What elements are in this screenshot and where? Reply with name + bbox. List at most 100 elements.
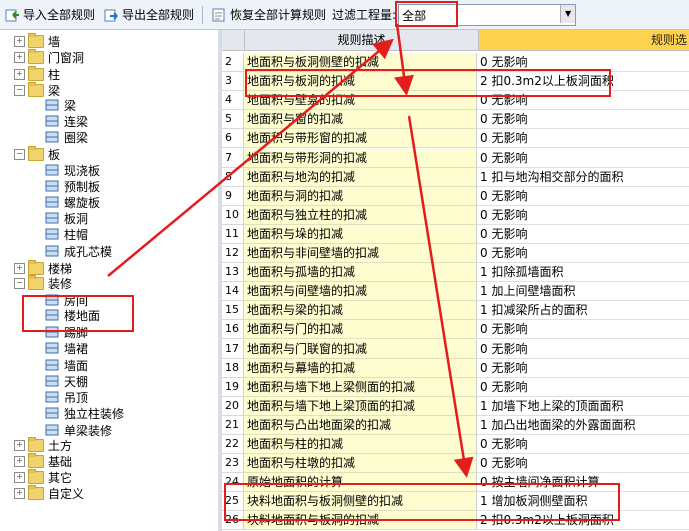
tree-leaf[interactable]: 预制板 bbox=[44, 178, 100, 194]
export-all-rules-button[interactable]: 导出全部规则 bbox=[99, 4, 198, 26]
rule-option-cell[interactable]: 0 无影响 bbox=[477, 244, 689, 263]
tree-folder[interactable]: − 梁 bbox=[14, 81, 60, 98]
rule-option-cell[interactable]: 0 无影响 bbox=[477, 91, 689, 111]
table-row[interactable]: 15 地面积与梁的扣减 1 扣减梁所占的面积 bbox=[222, 301, 689, 321]
table-row[interactable]: 11 地面积与垛的扣减 0 无影响 bbox=[222, 224, 689, 244]
rule-option-cell[interactable]: 0 无影响 bbox=[477, 206, 689, 225]
tree-leaf[interactable]: 螺旋板 bbox=[44, 194, 100, 210]
rule-description-cell[interactable]: 地面积与孤墙的扣减 bbox=[244, 263, 477, 283]
table-row[interactable]: 5 地面积与窗的扣减 0 无影响 bbox=[222, 110, 689, 130]
rule-option-cell[interactable]: 0 无影响 bbox=[477, 129, 689, 149]
tree-folder[interactable]: + 基础 bbox=[14, 452, 72, 469]
table-row[interactable]: 3 地面积与板洞的扣减 2 扣0.3m2以上板洞面积 bbox=[222, 72, 689, 92]
rule-option-cell[interactable]: 0 无影响 bbox=[477, 340, 689, 359]
table-row[interactable]: 20 地面积与墙下地上梁顶面的扣减 1 加墙下地上梁的顶面面积 bbox=[222, 396, 689, 416]
rule-option-cell[interactable]: 1 加墙下地上梁的顶面面积 bbox=[477, 397, 689, 416]
tree-folder[interactable]: + 墙 bbox=[14, 32, 60, 49]
rule-description-cell[interactable]: 地面积与窗的扣减 bbox=[244, 110, 477, 130]
rule-option-cell[interactable]: 0 无影响 bbox=[477, 359, 689, 378]
collapse-icon[interactable]: − bbox=[14, 84, 25, 96]
rule-option-cell[interactable]: 1 增加板洞侧壁面积 bbox=[477, 492, 689, 512]
rule-description-cell[interactable]: 地面积与梁的扣减 bbox=[244, 301, 477, 321]
rule-description-cell[interactable]: 地面积与柱墩的扣减 bbox=[244, 454, 477, 474]
rule-description-cell[interactable]: 地面积与非间壁墙的扣减 bbox=[244, 244, 477, 263]
table-row[interactable]: 6 地面积与带形窗的扣减 0 无影响 bbox=[222, 129, 689, 149]
header-rule-desc[interactable]: 规则描述 bbox=[245, 30, 479, 51]
rule-description-cell[interactable]: 地面积与墙下地上梁侧面的扣减 bbox=[244, 377, 477, 397]
rule-description-cell[interactable]: 地面积与洞的扣减 bbox=[244, 186, 477, 206]
table-row[interactable]: 24 原始地面积的计算 0 按主墙间净面积计算 bbox=[222, 473, 689, 493]
rule-description-cell[interactable]: 地面积与柱的扣减 bbox=[244, 435, 477, 454]
filter-select[interactable]: 全部 ▼ bbox=[398, 3, 577, 26]
rule-option-cell[interactable]: 0 无影响 bbox=[477, 149, 689, 168]
collapse-icon[interactable]: − bbox=[14, 277, 25, 289]
rule-option-cell[interactable]: 0 无影响 bbox=[477, 110, 689, 130]
table-row[interactable]: 17 地面积与门联窗的扣减 0 无影响 bbox=[222, 339, 689, 359]
rule-description-cell[interactable]: 地面积与门联窗的扣减 bbox=[244, 339, 477, 359]
import-all-rules-button[interactable]: 导入全部规则 bbox=[0, 4, 99, 26]
rule-option-cell[interactable]: 0 按主墙间净面积计算 bbox=[477, 473, 689, 493]
table-row[interactable]: 19 地面积与墙下地上梁侧面的扣减 0 无影响 bbox=[222, 377, 689, 397]
tree-leaf[interactable]: 天棚 bbox=[44, 373, 88, 389]
table-row[interactable]: 7 地面积与带形洞的扣减 0 无影响 bbox=[222, 148, 689, 168]
table-row[interactable]: 18 地面积与幕墙的扣减 0 无影响 bbox=[222, 358, 689, 378]
rule-option-cell[interactable]: 1 扣除孤墙面积 bbox=[477, 263, 689, 283]
rule-description-cell[interactable]: 地面积与间壁墙的扣减 bbox=[244, 282, 477, 302]
rule-description-cell[interactable]: 地面积与板洞侧壁的扣减 bbox=[244, 53, 477, 72]
tree-leaf[interactable]: 连梁 bbox=[44, 113, 88, 129]
tree-folder[interactable]: + 土方 bbox=[14, 436, 72, 453]
rule-description-cell[interactable]: 地面积与板洞的扣减 bbox=[244, 72, 477, 92]
expand-icon[interactable]: + bbox=[14, 439, 25, 451]
table-row[interactable]: 22 地面积与柱的扣减 0 无影响 bbox=[222, 435, 689, 454]
rule-option-cell[interactable]: 0 无影响 bbox=[477, 435, 689, 454]
tree-leaf[interactable]: 柱帽 bbox=[44, 226, 88, 242]
rule-option-cell[interactable]: 1 扣与地沟相交部分的面积 bbox=[477, 168, 689, 187]
tree-folder[interactable]: + 门窗洞 bbox=[14, 48, 84, 65]
rule-option-cell[interactable]: 0 无影响 bbox=[477, 378, 689, 397]
table-row[interactable]: 14 地面积与间壁墙的扣减 1 加上间壁墙面积 bbox=[222, 282, 689, 302]
tree-leaf[interactable]: 梁 bbox=[44, 97, 76, 113]
collapse-icon[interactable]: − bbox=[14, 148, 25, 160]
expand-icon[interactable]: + bbox=[14, 487, 25, 499]
table-row[interactable]: 16 地面积与门的扣减 0 无影响 bbox=[222, 320, 689, 340]
table-row[interactable]: 9 地面积与洞的扣减 0 无影响 bbox=[222, 186, 689, 206]
rule-option-cell[interactable]: 0 无影响 bbox=[477, 454, 689, 474]
tree-leaf[interactable]: 现浇板 bbox=[44, 162, 100, 178]
table-row[interactable]: 21 地面积与凸出地面梁的扣减 1 加凸出地面梁的外露面面积 bbox=[222, 415, 689, 435]
restore-all-rules-button[interactable]: 恢复全部计算规则 bbox=[207, 4, 330, 26]
tree-leaf[interactable]: 独立柱装修 bbox=[44, 405, 124, 421]
expand-icon[interactable]: + bbox=[14, 455, 25, 467]
rule-description-cell[interactable]: 地面积与带形洞的扣减 bbox=[244, 148, 477, 168]
rule-description-cell[interactable]: 地面积与幕墙的扣减 bbox=[244, 358, 477, 378]
tree-leaf[interactable]: 成孔芯模 bbox=[44, 243, 112, 259]
rule-option-cell[interactable]: 0 无影响 bbox=[477, 53, 689, 72]
table-row[interactable]: 12 地面积与非间壁墙的扣减 0 无影响 bbox=[222, 244, 689, 263]
tree-leaf[interactable]: 踢脚 bbox=[44, 324, 88, 340]
rule-description-cell[interactable]: 地面积与独立柱的扣减 bbox=[244, 205, 477, 225]
tree-leaf[interactable]: 板洞 bbox=[44, 210, 88, 226]
tree-leaf[interactable]: 墙裙 bbox=[44, 340, 88, 356]
tree-folder[interactable]: − 装修 bbox=[14, 274, 72, 291]
table-row[interactable]: 8 地面积与地沟的扣减 1 扣与地沟相交部分的面积 bbox=[222, 167, 689, 187]
header-rule-option[interactable]: 规则选 bbox=[479, 30, 689, 51]
rule-description-cell[interactable]: 地面积与垛的扣减 bbox=[244, 224, 477, 244]
rule-description-cell[interactable]: 原始地面积的计算 bbox=[244, 473, 477, 493]
rule-option-cell[interactable]: 1 加凸出地面梁的外露面面积 bbox=[477, 416, 689, 435]
table-row[interactable]: 4 地面积与壁龛的扣减 0 无影响 bbox=[222, 91, 689, 111]
table-row[interactable]: 23 地面积与柱墩的扣减 0 无影响 bbox=[222, 454, 689, 474]
expand-icon[interactable]: + bbox=[14, 68, 25, 80]
rule-option-cell[interactable]: 1 加上间壁墙面积 bbox=[477, 282, 689, 302]
table-row[interactable]: 13 地面积与孤墙的扣减 1 扣除孤墙面积 bbox=[222, 263, 689, 283]
rule-description-cell[interactable]: 块料地面积与板洞的扣减 bbox=[244, 511, 477, 531]
chevron-down-icon[interactable]: ▼ bbox=[560, 4, 576, 23]
rule-description-cell[interactable]: 地面积与墙下地上梁顶面的扣减 bbox=[244, 396, 477, 416]
rule-option-cell[interactable]: 0 无影响 bbox=[477, 225, 689, 244]
rule-option-cell[interactable]: 2 扣0.3m2以上板洞面积 bbox=[477, 72, 689, 92]
rule-description-cell[interactable]: 地面积与门的扣减 bbox=[244, 320, 477, 340]
rule-description-cell[interactable]: 地面积与壁龛的扣减 bbox=[244, 91, 477, 111]
rule-option-cell[interactable]: 0 无影响 bbox=[477, 320, 689, 340]
tree-leaf[interactable]: 墙面 bbox=[44, 357, 88, 373]
rule-option-cell[interactable]: 1 扣减梁所占的面积 bbox=[477, 301, 689, 321]
rule-description-cell[interactable]: 块料地面积与板洞侧壁的扣减 bbox=[244, 492, 477, 512]
expand-icon[interactable]: + bbox=[14, 35, 25, 47]
